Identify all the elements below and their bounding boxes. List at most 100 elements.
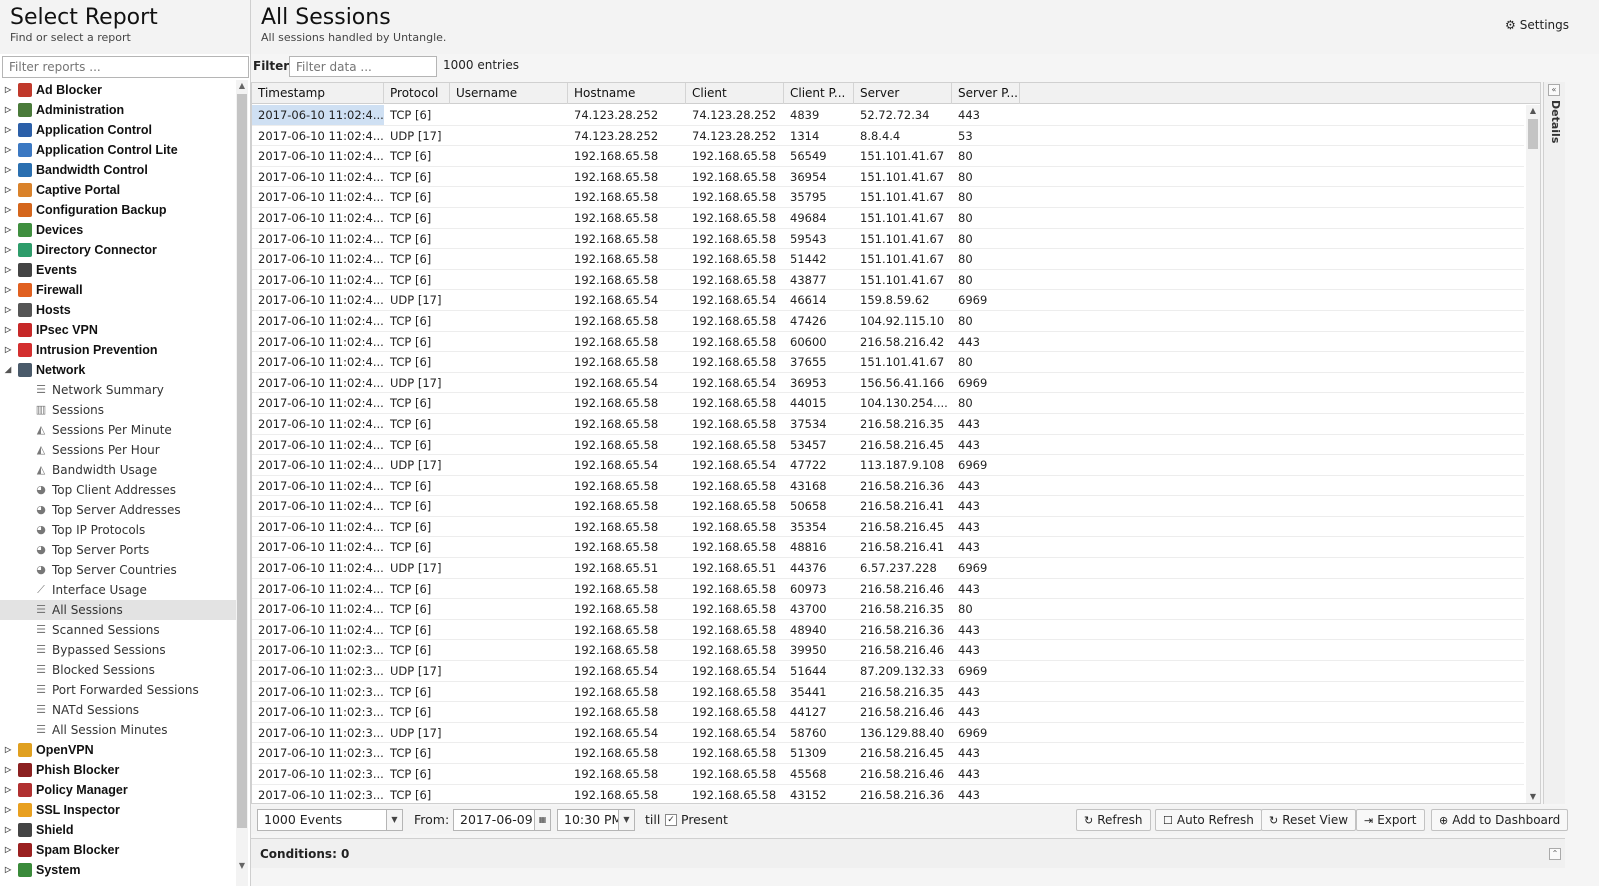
tree-item-firewall[interactable]: ▷ Firewall — [0, 280, 236, 300]
tree-item-hosts[interactable]: ▷ Hosts — [0, 300, 236, 320]
tree-item-ipsec-vpn[interactable]: ▷ IPsec VPN — [0, 320, 236, 340]
tree-item-system[interactable]: ▷ System — [0, 860, 236, 880]
report-item-interface-usage[interactable]: ⟋ Interface Usage — [0, 580, 236, 600]
tree-item-bandwidth-control[interactable]: ▷ Bandwidth Control — [0, 160, 236, 180]
events-limit-select[interactable]: 1000 Events ▼ — [257, 809, 403, 831]
collapse-arrow-icon[interactable]: ◢ — [5, 360, 13, 380]
expand-arrow-icon[interactable]: ▷ — [5, 220, 13, 240]
chevron-down-icon[interactable]: ▼ — [618, 810, 634, 830]
table-row[interactable]: 2017-06-10 11:02:4... UDP [17] 74.123.28.2… — [252, 126, 1524, 147]
table-row[interactable]: 2017-06-10 11:02:3... TCP [6] 192.168.65.5… — [252, 702, 1524, 723]
expand-arrow-icon[interactable]: ▷ — [5, 200, 13, 220]
report-item-all-sessions[interactable]: ☰ All Sessions — [0, 600, 236, 620]
report-item-sessions[interactable]: ▥ Sessions — [0, 400, 236, 420]
reset-view-button[interactable]: ↻ Reset View — [1261, 809, 1357, 831]
expand-arrow-icon[interactable]: ▷ — [5, 780, 13, 800]
table-row[interactable]: 2017-06-10 11:02:4... UDP [17] 192.168.65.… — [252, 558, 1524, 579]
details-panel-collapsed[interactable]: « Details — [1543, 82, 1565, 804]
from-date-field[interactable]: 2017-06-09 ▦ — [453, 809, 551, 831]
table-row[interactable]: 2017-06-10 11:02:4... TCP [6] 192.168.65.5… — [252, 393, 1524, 414]
present-checkbox[interactable]: ✓ — [665, 814, 677, 826]
tree-item-administration[interactable]: ▷ Administration — [0, 100, 236, 120]
expand-arrow-icon[interactable]: ▷ — [5, 120, 13, 140]
tree-item-network[interactable]: ◢ Network — [0, 360, 236, 380]
expand-arrow-icon[interactable]: ▷ — [5, 740, 13, 760]
report-item-scanned-sessions[interactable]: ☰ Scanned Sessions — [0, 620, 236, 640]
table-row[interactable]: 2017-06-10 11:02:4... TCP [6] 74.123.28.25… — [252, 105, 1524, 126]
table-row[interactable]: 2017-06-10 11:02:3... UDP [17] 192.168.65.… — [252, 661, 1524, 682]
tree-item-ad-blocker[interactable]: ▷ Ad Blocker — [0, 80, 236, 100]
table-row[interactable]: 2017-06-10 11:02:3... TCP [6] 192.168.65.5… — [252, 682, 1524, 703]
report-item-top-server-ports[interactable]: ◕ Top Server Ports — [0, 540, 236, 560]
table-row[interactable]: 2017-06-10 11:02:3... UDP [17] 192.168.65.… — [252, 723, 1524, 744]
tree-item-application-control[interactable]: ▷ Application Control — [0, 120, 236, 140]
table-row[interactable]: 2017-06-10 11:02:4... TCP [6] 192.168.65.5… — [252, 414, 1524, 435]
report-item-sessions-per-hour[interactable]: ◭ Sessions Per Hour — [0, 440, 236, 460]
table-row[interactable]: 2017-06-10 11:02:4... TCP [6] 192.168.65.5… — [252, 352, 1524, 373]
expand-arrow-icon[interactable]: ▷ — [5, 860, 13, 880]
table-row[interactable]: 2017-06-10 11:02:4... TCP [6] 192.168.65.5… — [252, 311, 1524, 332]
export-button[interactable]: ⇥ Export — [1356, 809, 1425, 831]
table-row[interactable]: 2017-06-10 11:02:4... TCP [6] 192.168.65.5… — [252, 599, 1524, 620]
tree-item-shield[interactable]: ▷ Shield — [0, 820, 236, 840]
table-row[interactable]: 2017-06-10 11:02:4... TCP [6] 192.168.65.5… — [252, 476, 1524, 497]
tree-item-spam-blocker[interactable]: ▷ Spam Blocker — [0, 840, 236, 860]
table-row[interactable]: 2017-06-10 11:02:4... TCP [6] 192.168.65.5… — [252, 332, 1524, 353]
expand-arrow-icon[interactable]: ▷ — [5, 820, 13, 840]
column-header-hostname[interactable]: Hostname — [568, 83, 686, 104]
expand-arrow-icon[interactable]: ▷ — [5, 320, 13, 340]
scroll-thumb[interactable] — [1528, 119, 1538, 149]
report-item-sessions-per-minute[interactable]: ◭ Sessions Per Minute — [0, 420, 236, 440]
expand-arrow-icon[interactable]: ▷ — [5, 140, 13, 160]
filter-data-input[interactable] — [289, 56, 437, 77]
tree-item-intrusion-prevention[interactable]: ▷ Intrusion Prevention — [0, 340, 236, 360]
column-header-client[interactable]: Client — [686, 83, 784, 104]
tree-item-application-control-lite[interactable]: ▷ Application Control Lite — [0, 140, 236, 160]
table-row[interactable]: 2017-06-10 11:02:4... TCP [6] 192.168.65.5… — [252, 270, 1524, 291]
tree-item-devices[interactable]: ▷ Devices — [0, 220, 236, 240]
refresh-button[interactable]: ↻ Refresh — [1076, 809, 1151, 831]
add-to-dashboard-button[interactable]: ⊕ Add to Dashboard — [1431, 809, 1569, 831]
table-row[interactable]: 2017-06-10 11:02:4... TCP [6] 192.168.65.5… — [252, 249, 1524, 270]
expand-arrow-icon[interactable]: ▷ — [5, 280, 13, 300]
tree-item-phish-blocker[interactable]: ▷ Phish Blocker — [0, 760, 236, 780]
expand-arrow-icon[interactable]: ▷ — [5, 80, 13, 100]
table-row[interactable]: 2017-06-10 11:02:4... TCP [6] 192.168.65.5… — [252, 620, 1524, 641]
table-row[interactable]: 2017-06-10 11:02:4... TCP [6] 192.168.65.5… — [252, 146, 1524, 167]
column-header-client-p[interactable]: Client P... — [784, 83, 854, 104]
report-item-network-summary[interactable]: ☰ Network Summary — [0, 380, 236, 400]
report-item-blocked-sessions[interactable]: ☰ Blocked Sessions — [0, 660, 236, 680]
table-row[interactable]: 2017-06-10 11:02:4... TCP [6] 192.168.65.5… — [252, 579, 1524, 600]
column-header-timestamp[interactable]: Timestamp — [252, 83, 384, 104]
expand-arrow-icon[interactable]: ▷ — [5, 240, 13, 260]
filter-reports-input[interactable] — [2, 56, 249, 78]
report-item-bandwidth-usage[interactable]: ◭ Bandwidth Usage — [0, 460, 236, 480]
scroll-thumb[interactable] — [237, 94, 247, 828]
report-item-port-forwarded-sessions[interactable]: ☰ Port Forwarded Sessions — [0, 680, 236, 700]
chevron-down-icon[interactable]: ▼ — [386, 810, 402, 830]
tree-item-events[interactable]: ▷ Events — [0, 260, 236, 280]
report-item-natd-sessions[interactable]: ☰ NATd Sessions — [0, 700, 236, 720]
expand-conditions-icon[interactable]: ⌃ — [1549, 848, 1561, 860]
report-item-top-client-addresses[interactable]: ◕ Top Client Addresses — [0, 480, 236, 500]
report-item-top-server-countries[interactable]: ◕ Top Server Countries — [0, 560, 236, 580]
grid-scrollbar[interactable]: ▲ ▼ — [1526, 105, 1540, 803]
settings-button[interactable]: ⚙ Settings — [1505, 18, 1569, 32]
table-row[interactable]: 2017-06-10 11:02:3... TCP [6] 192.168.65.5… — [252, 743, 1524, 764]
column-header-username[interactable]: Username — [450, 83, 568, 104]
scroll-down-icon[interactable]: ▼ — [1526, 791, 1540, 803]
table-row[interactable]: 2017-06-10 11:02:4... TCP [6] 192.168.65.5… — [252, 517, 1524, 538]
tree-item-openvpn[interactable]: ▷ OpenVPN — [0, 740, 236, 760]
scroll-up-icon[interactable]: ▲ — [236, 80, 248, 92]
column-header-protocol[interactable]: Protocol — [384, 83, 450, 104]
tree-item-configuration-backup[interactable]: ▷ Configuration Backup — [0, 200, 236, 220]
expand-arrow-icon[interactable]: ▷ — [5, 100, 13, 120]
scroll-up-icon[interactable]: ▲ — [1526, 105, 1540, 117]
table-row[interactable]: 2017-06-10 11:02:3... TCP [6] 192.168.65.5… — [252, 785, 1524, 803]
scroll-down-icon[interactable]: ▼ — [236, 860, 248, 872]
table-row[interactable]: 2017-06-10 11:02:4... TCP [6] 192.168.65.5… — [252, 496, 1524, 517]
conditions-bar[interactable]: Conditions: 0 ⌃ — [251, 838, 1565, 868]
table-row[interactable]: 2017-06-10 11:02:4... TCP [6] 192.168.65.5… — [252, 208, 1524, 229]
expand-arrow-icon[interactable]: ▷ — [5, 300, 13, 320]
tree-item-captive-portal[interactable]: ▷ Captive Portal — [0, 180, 236, 200]
